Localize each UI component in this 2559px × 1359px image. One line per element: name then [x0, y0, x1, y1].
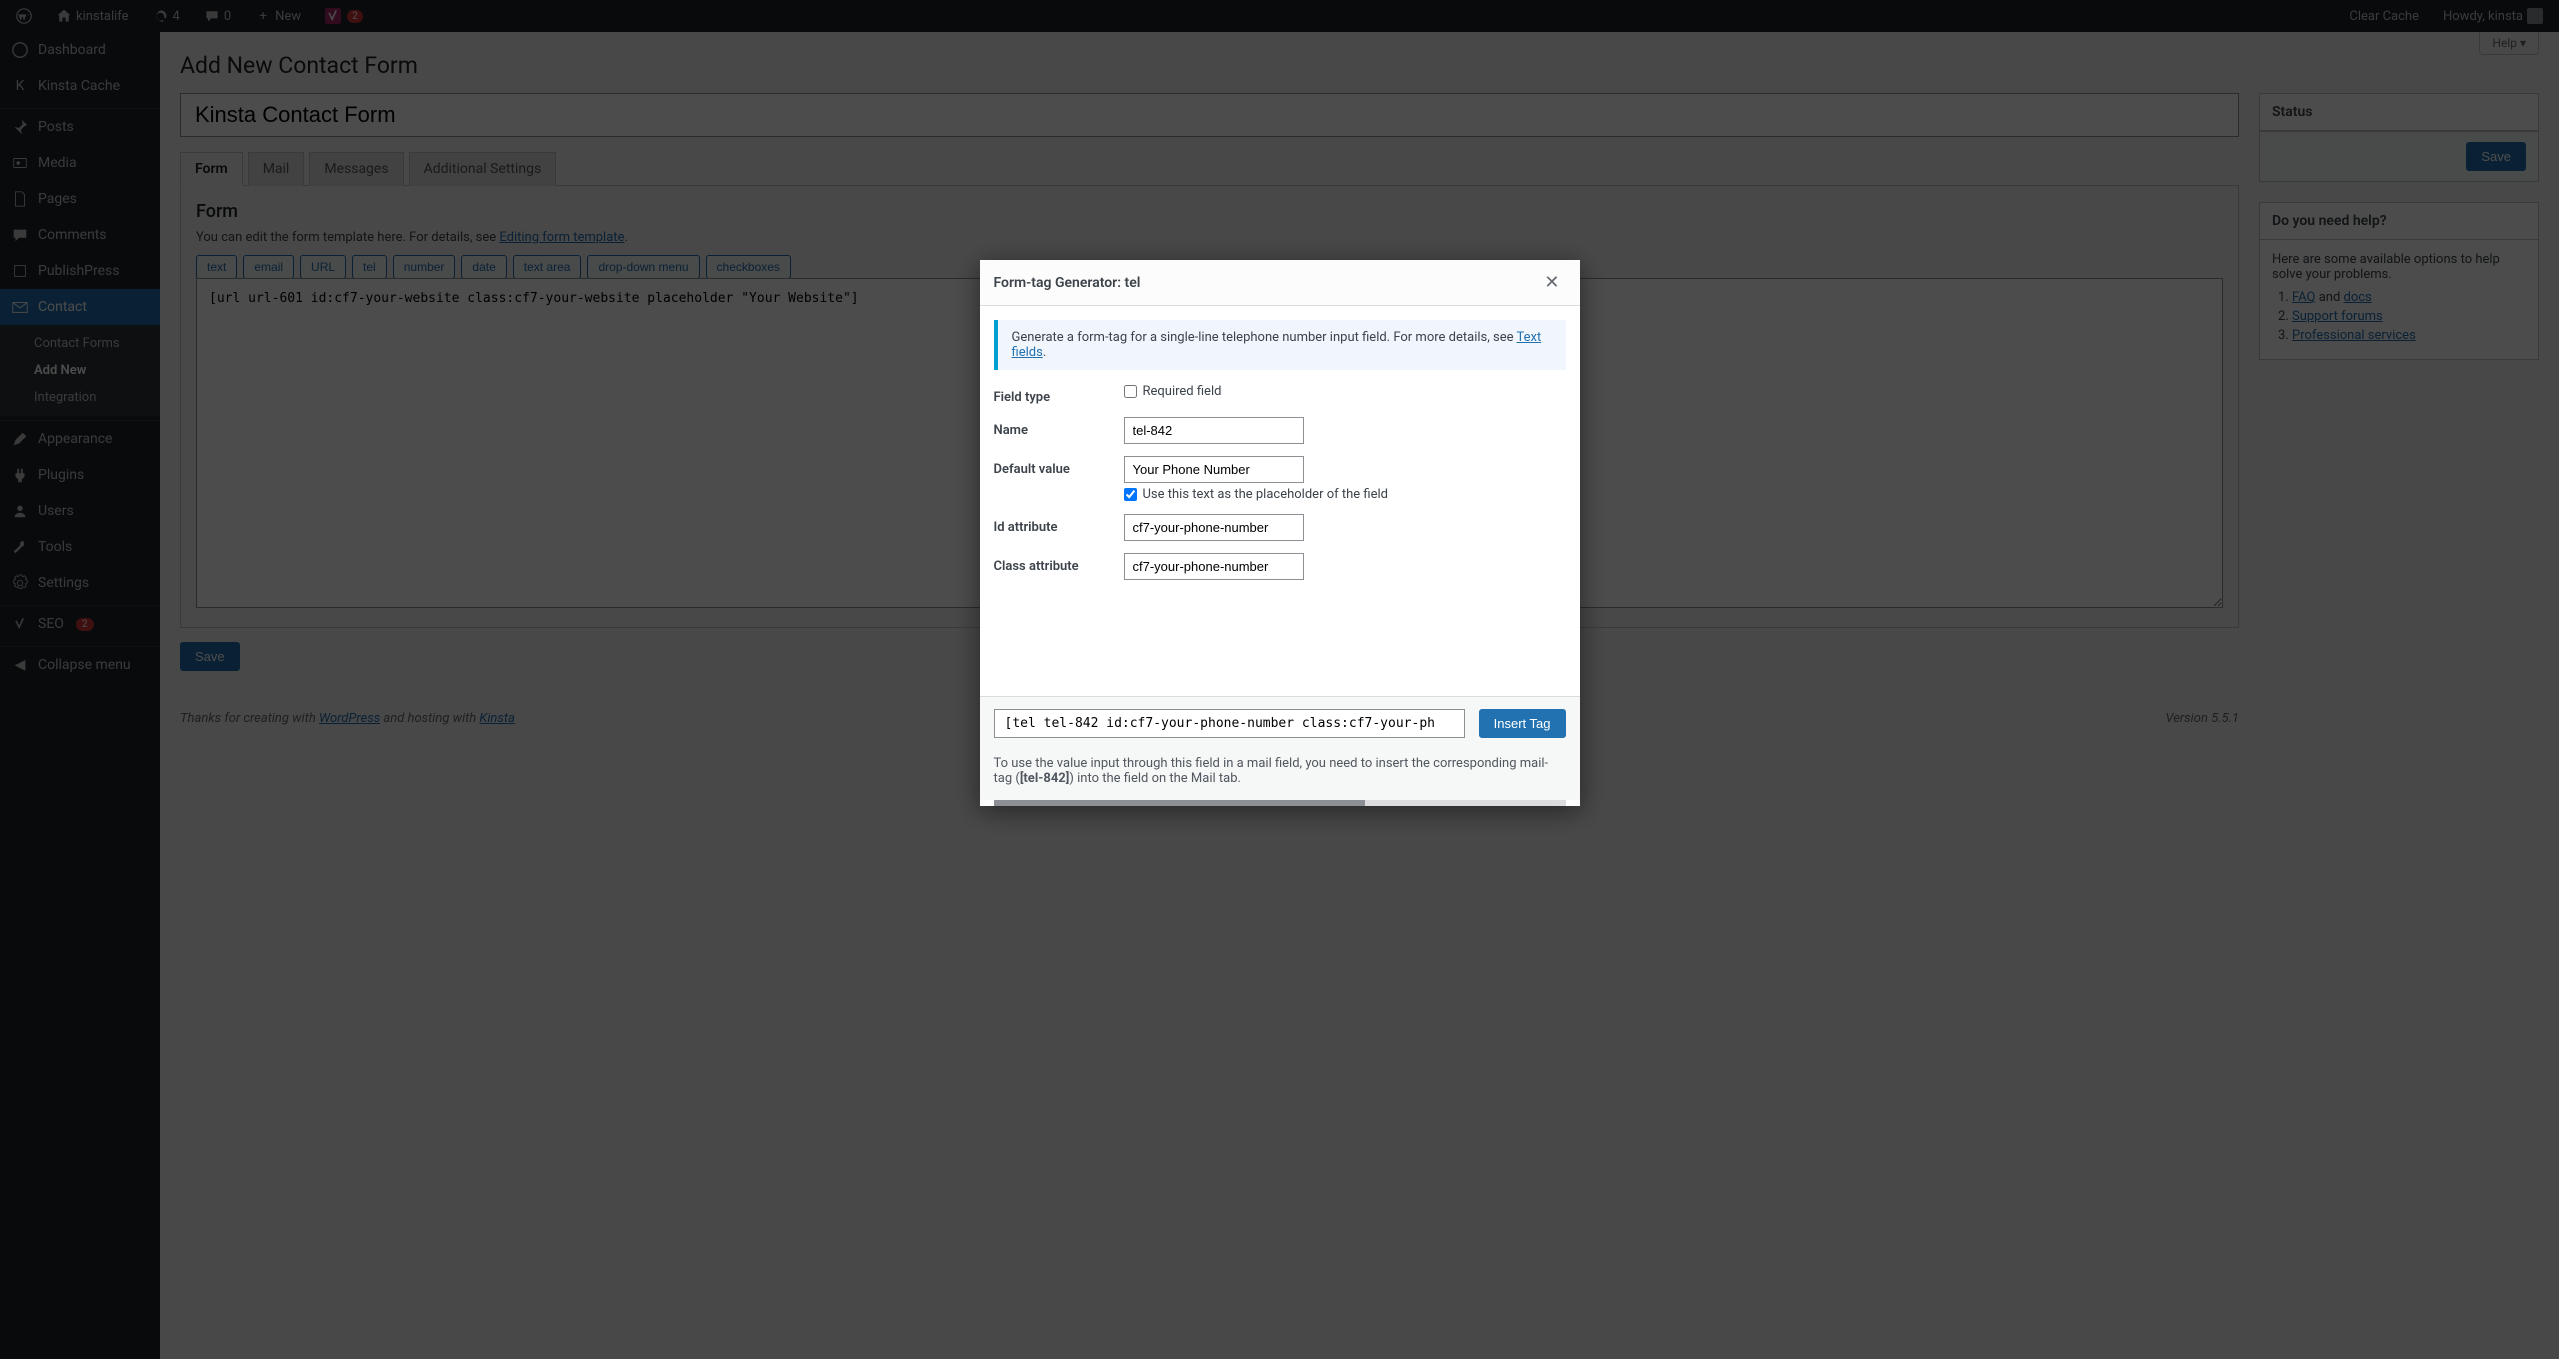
modal-title: Form-tag Generator: tel [994, 275, 1141, 291]
class-input[interactable] [1124, 553, 1304, 580]
required-checkbox[interactable] [1124, 385, 1137, 398]
modal-mail-note: To use the value input through this fiel… [980, 750, 1580, 800]
form-tag-modal: Form-tag Generator: tel ✕ Generate a for… [980, 260, 1580, 806]
name-label: Name [994, 417, 1124, 438]
required-label: Required field [1143, 384, 1222, 399]
placeholder-checkbox[interactable] [1124, 488, 1137, 501]
modal-close-button[interactable]: ✕ [1538, 270, 1565, 295]
placeholder-label: Use this text as the placeholder of the … [1143, 487, 1388, 502]
modal-info-box: Generate a form-tag for a single-line te… [994, 320, 1566, 370]
field-type-label: Field type [994, 384, 1124, 405]
modal-h-scrollbar[interactable] [994, 800, 1566, 806]
default-input[interactable] [1124, 456, 1304, 483]
insert-tag-button[interactable]: Insert Tag [1479, 709, 1566, 738]
default-label: Default value [994, 456, 1124, 477]
name-input[interactable] [1124, 417, 1304, 444]
id-input[interactable] [1124, 514, 1304, 541]
id-label: Id attribute [994, 514, 1124, 535]
code-preview-input[interactable] [994, 709, 1465, 738]
class-label: Class attribute [994, 553, 1124, 574]
